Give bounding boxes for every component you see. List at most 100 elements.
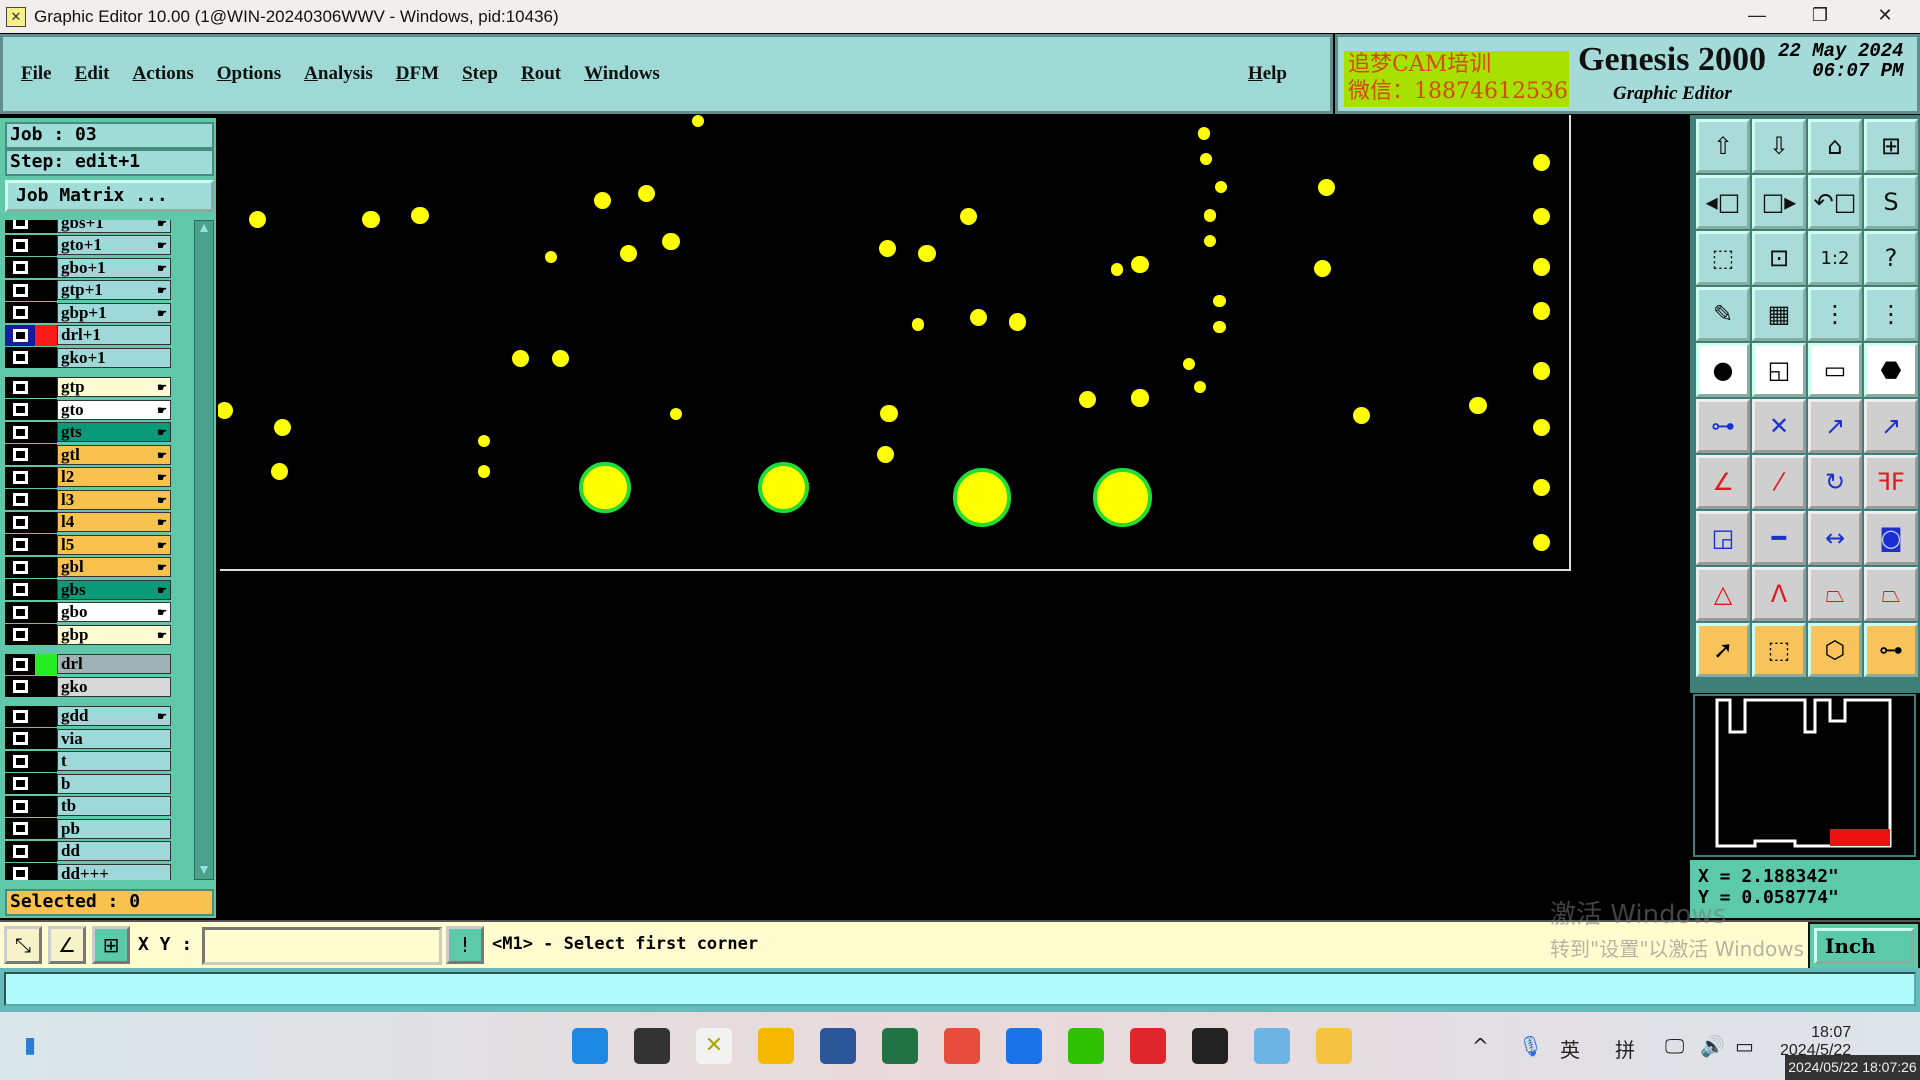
layer-name[interactable]: gbo+1 ☛ (57, 257, 171, 278)
angle-line-button[interactable]: ∠ (1696, 455, 1750, 509)
layer-name[interactable]: gto+1 ☛ (57, 235, 171, 255)
excel-taskbar-icon[interactable] (882, 1028, 918, 1064)
app-cloud-taskbar-icon[interactable] (1254, 1028, 1290, 1064)
layer-name[interactable]: gtp ☛ (57, 377, 171, 397)
widgets-icon[interactable]: ▮ (12, 1028, 48, 1064)
layer-checkbox[interactable] (5, 818, 35, 839)
selected-drill-hole[interactable] (952, 467, 1012, 527)
layer-checkbox[interactable] (5, 220, 35, 233)
layer-row[interactable]: b (5, 773, 175, 794)
drill-hole[interactable] (880, 405, 898, 423)
affected-hand-icon[interactable]: ☛ (157, 260, 167, 278)
layer-checkbox[interactable] (5, 863, 35, 880)
layer-name[interactable]: gbs+1 ☛ (57, 220, 171, 233)
affected-hand-icon[interactable]: ☛ (157, 627, 167, 645)
layer-name[interactable]: dd (57, 841, 171, 861)
affected-hand-icon[interactable]: ☛ (157, 220, 167, 233)
drill-hole[interactable] (1197, 127, 1210, 140)
drill-hole[interactable] (662, 232, 680, 250)
select-polygon-button[interactable]: ⬡ (1808, 623, 1862, 677)
layer-row[interactable]: dd (5, 840, 175, 862)
layer-row[interactable]: l4 ☛ (5, 511, 175, 533)
drill-hole[interactable] (1213, 320, 1226, 334)
drill-hole[interactable] (218, 401, 233, 419)
drill-hole[interactable] (619, 244, 637, 263)
layer-color[interactable] (35, 376, 57, 398)
layer-checkbox[interactable] (5, 511, 35, 533)
layer-checkbox[interactable] (5, 376, 35, 398)
layer-color[interactable] (35, 624, 57, 645)
layer-row[interactable]: tb (5, 795, 175, 817)
layer-row[interactable]: gbl ☛ (5, 556, 175, 578)
layer-row[interactable]: gbo ☛ (5, 601, 175, 623)
ratio-button[interactable]: 1:2 (1808, 231, 1862, 285)
xy-input[interactable] (202, 927, 442, 965)
ime-lang[interactable]: 英 (1560, 1034, 1580, 1063)
grid-button[interactable]: ▦ (1752, 287, 1806, 341)
layer-color[interactable] (35, 750, 57, 772)
layer-color[interactable] (35, 818, 57, 839)
layer-name[interactable]: b (57, 773, 171, 794)
menu-options[interactable]: Options (217, 63, 281, 85)
affected-hand-icon[interactable]: ☛ (157, 582, 167, 600)
layer-name[interactable]: drl+1 (57, 325, 171, 345)
drill-hole[interactable] (362, 210, 380, 228)
file-explorer-taskbar-icon[interactable] (758, 1028, 794, 1064)
layer-name[interactable]: gbs ☛ (57, 579, 171, 600)
layer-name[interactable]: gbp ☛ (57, 624, 171, 645)
layer-checkbox[interactable] (5, 773, 35, 794)
wechat-taskbar-icon[interactable] (1068, 1028, 1104, 1064)
affected-hand-icon[interactable]: ☛ (157, 379, 167, 397)
photos-taskbar-icon[interactable] (1006, 1028, 1042, 1064)
app-butterfly-taskbar-icon[interactable] (1316, 1028, 1352, 1064)
layer-color[interactable] (35, 324, 57, 346)
layer-row[interactable]: gtl ☛ (5, 444, 175, 465)
layer-color[interactable] (35, 579, 57, 600)
drill-hole[interactable] (918, 244, 936, 263)
drill-hole[interactable] (1353, 406, 1371, 424)
layer-name[interactable]: via (57, 728, 171, 749)
menu-rout[interactable]: Rout (521, 63, 561, 85)
layer-checkbox[interactable] (5, 676, 35, 697)
start-taskbar-icon[interactable] (572, 1028, 608, 1064)
layer-name[interactable]: drl (57, 654, 171, 674)
drill-hole[interactable] (1193, 380, 1207, 394)
layer-name[interactable]: gto ☛ (57, 399, 171, 420)
affected-hand-icon[interactable]: ☛ (157, 447, 167, 465)
menu-edit[interactable]: Edit (75, 63, 110, 85)
affected-hand-icon[interactable]: ☛ (157, 559, 167, 577)
overview-map[interactable] (1693, 694, 1916, 857)
layer-color[interactable] (35, 466, 57, 488)
layer-checkbox[interactable] (5, 257, 35, 278)
drill-hole[interactable] (1131, 255, 1149, 274)
microphone-icon[interactable]: 🎙 (1518, 1034, 1543, 1058)
layer-checkbox[interactable] (5, 556, 35, 578)
drill-hole[interactable] (876, 445, 894, 463)
layer-row[interactable]: drl+1 (5, 324, 175, 346)
drill-hole[interactable] (1131, 389, 1149, 407)
layer-color[interactable] (35, 257, 57, 278)
drill-hole[interactable] (1469, 396, 1487, 414)
drill-hole[interactable] (1213, 295, 1226, 308)
select-net-button[interactable]: ⊶ (1864, 623, 1918, 677)
drill-hole[interactable] (1533, 302, 1551, 320)
xy-grid-button[interactable]: ⊞ (1864, 119, 1918, 173)
layer-checkbox[interactable] (5, 750, 35, 772)
pan-left-button[interactable]: ◂□ (1696, 175, 1750, 229)
drill-hole[interactable] (912, 318, 925, 331)
drill-hole[interactable] (477, 465, 490, 478)
menu-file[interactable]: File (21, 63, 52, 85)
layer-checkbox[interactable] (5, 347, 35, 368)
layer-checkbox[interactable] (5, 534, 35, 555)
layer-checkbox[interactable] (5, 840, 35, 862)
trapezoid-button[interactable]: ⏢ (1808, 567, 1862, 621)
tools-palette-button[interactable]: ✎ (1696, 287, 1750, 341)
affected-hand-icon[interactable]: ☛ (157, 708, 167, 726)
layer-name[interactable]: pb (57, 818, 171, 839)
layer-color[interactable] (35, 220, 57, 233)
layer-name[interactable]: gko (57, 676, 171, 697)
netlist-compare-button[interactable]: ⋮ (1864, 287, 1918, 341)
layer-row[interactable]: dd+++ (5, 863, 175, 880)
affected-hand-icon[interactable]: ☛ (157, 282, 167, 300)
layer-row[interactable]: gbo+1 ☛ (5, 257, 175, 278)
